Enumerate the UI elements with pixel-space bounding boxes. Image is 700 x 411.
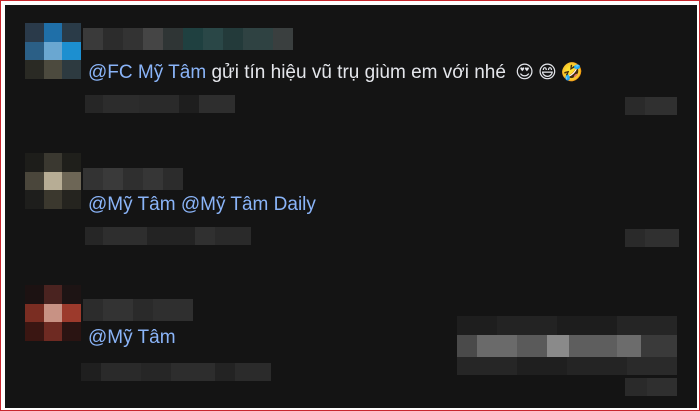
avatar[interactable] xyxy=(25,285,81,341)
comments-panel: @FC Mỹ Tâm gửi tín hiệu vũ trụ giùm em v… xyxy=(5,5,697,408)
rofl-emoji-icon: 🤣 xyxy=(560,62,584,82)
author-name[interactable] xyxy=(83,299,193,321)
avatar[interactable] xyxy=(25,23,81,79)
comment-actions[interactable] xyxy=(85,95,265,113)
screenshot-frame: @FC Mỹ Tâm gửi tín hiệu vũ trụ giùm em v… xyxy=(0,0,700,411)
comment-actions[interactable] xyxy=(81,363,271,381)
author-name[interactable] xyxy=(83,168,183,190)
blurred-reply-preview[interactable] xyxy=(457,335,677,357)
mention-link[interactable]: @Mỹ Tâm @Mỹ Tâm Daily xyxy=(88,194,316,215)
grinning-emoji-icon: 😄 xyxy=(537,62,557,82)
comment-text: @Mỹ Tâm xyxy=(88,327,176,349)
reaction-count[interactable] xyxy=(625,378,677,396)
blurred-reply-preview[interactable] xyxy=(457,316,677,336)
mention-link[interactable]: @Mỹ Tâm xyxy=(88,327,176,348)
comment-text: @FC Mỹ Tâm gửi tín hiệu vũ trụ giùm em v… xyxy=(88,62,583,84)
mention-link[interactable]: @FC Mỹ Tâm xyxy=(88,62,206,83)
comment-body: gửi tín hiệu vũ trụ giùm em với nhé xyxy=(211,62,506,83)
author-name[interactable] xyxy=(83,28,293,50)
comment-actions[interactable] xyxy=(85,227,255,245)
comment-text: @Mỹ Tâm @Mỹ Tâm Daily xyxy=(88,194,316,216)
avatar[interactable] xyxy=(25,153,81,209)
blurred-reply-preview[interactable] xyxy=(457,357,677,375)
reaction-count[interactable] xyxy=(625,97,677,115)
reaction-count[interactable] xyxy=(625,229,679,247)
heart-eyes-emoji-icon: 😍 xyxy=(515,62,534,82)
